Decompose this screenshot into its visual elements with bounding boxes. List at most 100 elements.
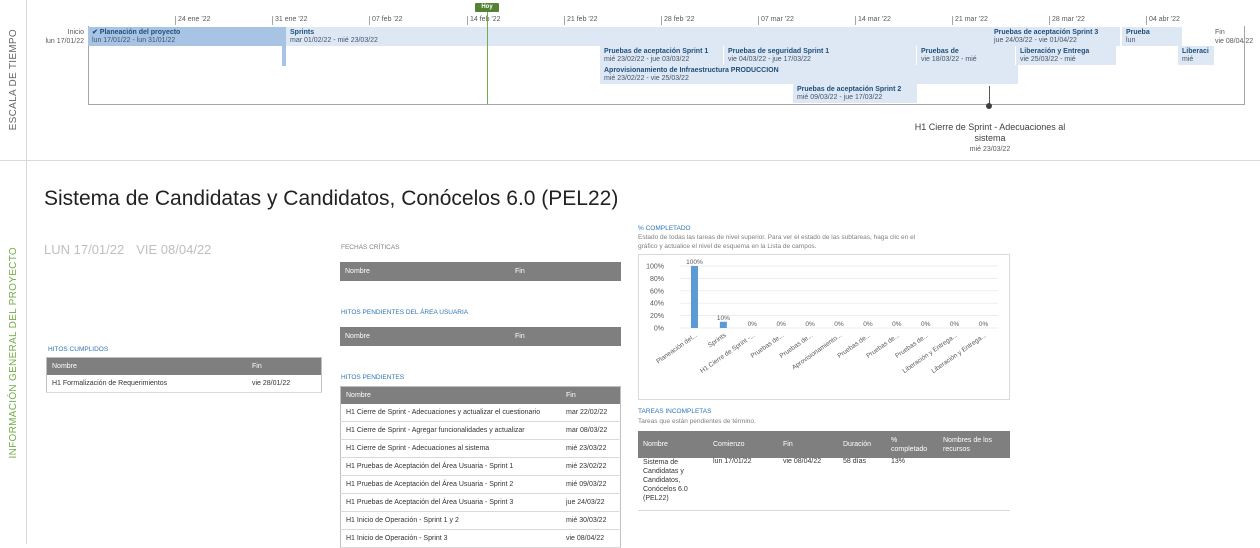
timeline-bar-pruebas-s1[interactable]: Pruebas de aceptación Sprint 1 mié 23/02… [600, 46, 723, 65]
hitos-pendientes-table[interactable]: Nombre Fin H1 Cierre de Sprint - Adecuac… [340, 386, 621, 548]
bar-title: Pruebas de seguridad Sprint 1 [728, 48, 830, 55]
table-row[interactable]: Sistema de Candidatas y Candidatos, Conó… [638, 458, 1010, 511]
timeline-bar-liberaci[interactable]: Liberaci mié [1178, 46, 1214, 65]
timeline-bar-prueba[interactable]: Prueba lun [1122, 27, 1182, 46]
timeline-start: Inicio lun 17/01/22 [30, 28, 84, 46]
timeline-bar-planeacion[interactable]: ✔ Planeación del proyecto lun 17/01/22 -… [88, 27, 286, 46]
bar-dates: vie 04/03/22 - jue 17/03/22 [728, 56, 811, 63]
cell [938, 458, 1010, 511]
hitos-area-usuaria-heading: HITOS PENDIENTES DEL ÁREA USUARIA [341, 309, 469, 316]
bar-title: Prueba [1126, 29, 1150, 36]
column-header[interactable]: % completado [886, 431, 938, 458]
bar-title: Aprovisionamiento de Infraestructura PRO… [604, 67, 779, 74]
timeline-tick: 21 mar '22 [952, 16, 988, 25]
column-header[interactable]: Fin [510, 327, 621, 346]
timeline-bar-pruebas-s3[interactable]: Pruebas de aceptación Sprint 3 jue 24/03… [990, 27, 1120, 46]
column-header[interactable]: Fin [247, 357, 322, 375]
column-header[interactable]: Nombre [340, 386, 561, 404]
cell: H1 Pruebas de Aceptación del Área Usuari… [340, 493, 561, 512]
table-row[interactable]: H1 Cierre de Sprint - Agregar funcionali… [340, 421, 621, 440]
timeline-bar-seguridad-s1[interactable]: Pruebas de seguridad Sprint 1 vie 04/03/… [724, 46, 916, 65]
timeline-bar-aprovisionamiento[interactable]: Aprovisionamiento de Infraestructura PRO… [600, 65, 1018, 84]
cell: mar 22/02/22 [561, 404, 621, 422]
column-header[interactable]: Nombre [46, 357, 247, 375]
timeline-tick: 31 ene '22 [271, 16, 308, 25]
timeline-tick: 28 mar '22 [1049, 16, 1085, 25]
chart-data-label: 0% [979, 321, 989, 328]
timeline-bar-liberacion[interactable]: Liberación y Entrega vie 25/03/22 - mié [1016, 46, 1116, 65]
table-row[interactable]: H1 Formalización de Requerimientos vie 2… [46, 375, 322, 393]
section-divider [26, 160, 1260, 161]
table-row[interactable]: H1 Cierre de Sprint - Adecuaciones y act… [340, 404, 621, 422]
cell: vie 08/04/22 [778, 458, 838, 511]
bar-dates: jue 24/03/22 - vie 01/04/22 [994, 37, 1077, 44]
completado-desc-line: Estado de todas las tareas de nivel supe… [638, 234, 916, 241]
chart-category-label: Aprovisionamiento... [791, 332, 843, 372]
column-header[interactable]: Comienzo [708, 431, 778, 458]
timeline-tick: 04 abr '22 [1146, 16, 1180, 25]
chart-y-tick: 80% [650, 276, 664, 283]
timeline[interactable]: Inicio lun 17/01/22 Fin vie 08/04/22 24 … [30, 0, 1260, 160]
cell: H1 Inicio de Operación - Sprint 1 y 2 [340, 511, 561, 530]
column-header[interactable]: Nombre [340, 327, 510, 346]
chart-bar[interactable] [719, 321, 727, 328]
column-header[interactable]: Duración [838, 431, 886, 458]
chart-data-label: 0% [776, 321, 786, 328]
bar-dates: vie 25/03/22 - mié [1020, 56, 1076, 63]
timescale-label: ESCALA DE TIEMPO [7, 29, 19, 131]
cell: mié 23/02/22 [561, 457, 621, 476]
milestone-date: mié 23/03/22 [969, 146, 1011, 153]
hitos-cumplidos-table[interactable]: Nombre Fin H1 Formalización de Requerimi… [46, 357, 322, 393]
column-header[interactable]: Fin [510, 262, 621, 281]
completado-desc-line: gráfico y actualice el nivel de esquema … [638, 243, 817, 250]
table-row[interactable]: H1 Inicio de Operación - Sprint 3 vie 08/… [340, 529, 621, 548]
fechas-criticas-table[interactable]: Nombre Fin [340, 262, 621, 281]
timeline-tick: 21 feb '22 [564, 16, 598, 25]
cell: jue 24/03/22 [561, 493, 621, 512]
table-row[interactable]: H1 Inicio de Operación - Sprint 1 y 2 mié… [340, 511, 621, 530]
bar-title: Sprints [290, 29, 315, 36]
today-line [487, 8, 488, 104]
column-header[interactable]: Nombre [638, 431, 708, 458]
timeline-bar-pruebas-s2[interactable]: Pruebas de aceptación Sprint 2 mié 09/03… [793, 84, 917, 103]
table-row[interactable]: H1 Pruebas de Aceptación del Área Usuari… [340, 493, 621, 512]
cell: mié 30/03/22 [561, 511, 621, 530]
bar-title: Liberación y Entrega [1020, 48, 1090, 55]
column-header[interactable]: Nombre [340, 262, 510, 281]
table-row[interactable]: H1 Cierre de Sprint - Adecuaciones al si… [340, 439, 621, 458]
cell: vie 08/04/22 [561, 529, 621, 548]
today-badge: Hoy [475, 3, 499, 12]
chart-data-label: 100% [686, 259, 703, 266]
timeline-bar-marker [282, 46, 286, 66]
table-header: Nombre Fin [340, 386, 621, 404]
completado-chart[interactable]: 0% 20% 40% 60% 80% 100% 100% Planeación del... 1… [638, 254, 1008, 398]
cell: Sistema de Candidatas y Candidatos, Conó… [638, 458, 708, 511]
tareas-incompletas-table[interactable]: Nombre Comienzo Fin Duración % completad… [638, 431, 1010, 511]
column-header[interactable]: Fin [561, 386, 621, 404]
timeline-tick: 14 feb '22 [467, 16, 501, 25]
timeline-bar-sprints[interactable]: Sprints mar 01/02/22 - mié 23/03/22 [286, 27, 1016, 46]
timeline-bar-pruebas-de[interactable]: Pruebas de vie 18/03/22 - mié [917, 46, 1015, 65]
bar-dates: mié 09/03/22 - jue 17/03/22 [797, 94, 883, 101]
bar-title: Pruebas de aceptación Sprint 1 [604, 48, 709, 55]
table-row[interactable]: H1 Pruebas de Aceptación del Área Usuari… [340, 475, 621, 494]
info-section-label[interactable]: INFORMACIÓN GENERAL DEL PROYECTO [0, 161, 26, 544]
cell: H1 Inicio de Operación - Sprint 3 [340, 529, 561, 548]
chart-y-tick: 0% [654, 326, 664, 333]
column-header[interactable]: Nombres de los recursos [938, 431, 1010, 458]
milestone-callout: H1 Cierre de Sprint - Adecuaciones al si… [910, 122, 1070, 155]
chart-category-label: H1 Cierre de Sprint -... [699, 332, 756, 375]
bar-dates: mié 23/02/22 - vie 25/03/22 [604, 75, 689, 82]
chart-category-label: Sprints [707, 331, 728, 349]
chart-data-label: 0% [834, 321, 844, 328]
chart-data-label: 0% [950, 321, 960, 328]
hitos-area-usuaria-table[interactable]: Nombre Fin [340, 327, 621, 346]
milestone-title: H1 Cierre de Sprint - Adecuaciones al si… [914, 122, 1066, 143]
timeline-tick: 28 feb '22 [661, 16, 695, 25]
timescale-section-label[interactable]: ESCALA DE TIEMPO [0, 0, 26, 161]
table-row[interactable]: H1 Pruebas de Aceptación del Área Usuari… [340, 457, 621, 476]
chart-bar[interactable] [690, 266, 698, 328]
left-sidebar: ESCALA DE TIEMPO INFORMACIÓN GENERAL DEL… [0, 0, 27, 544]
milestone-dot[interactable] [986, 103, 992, 109]
column-header[interactable]: Fin [778, 431, 838, 458]
